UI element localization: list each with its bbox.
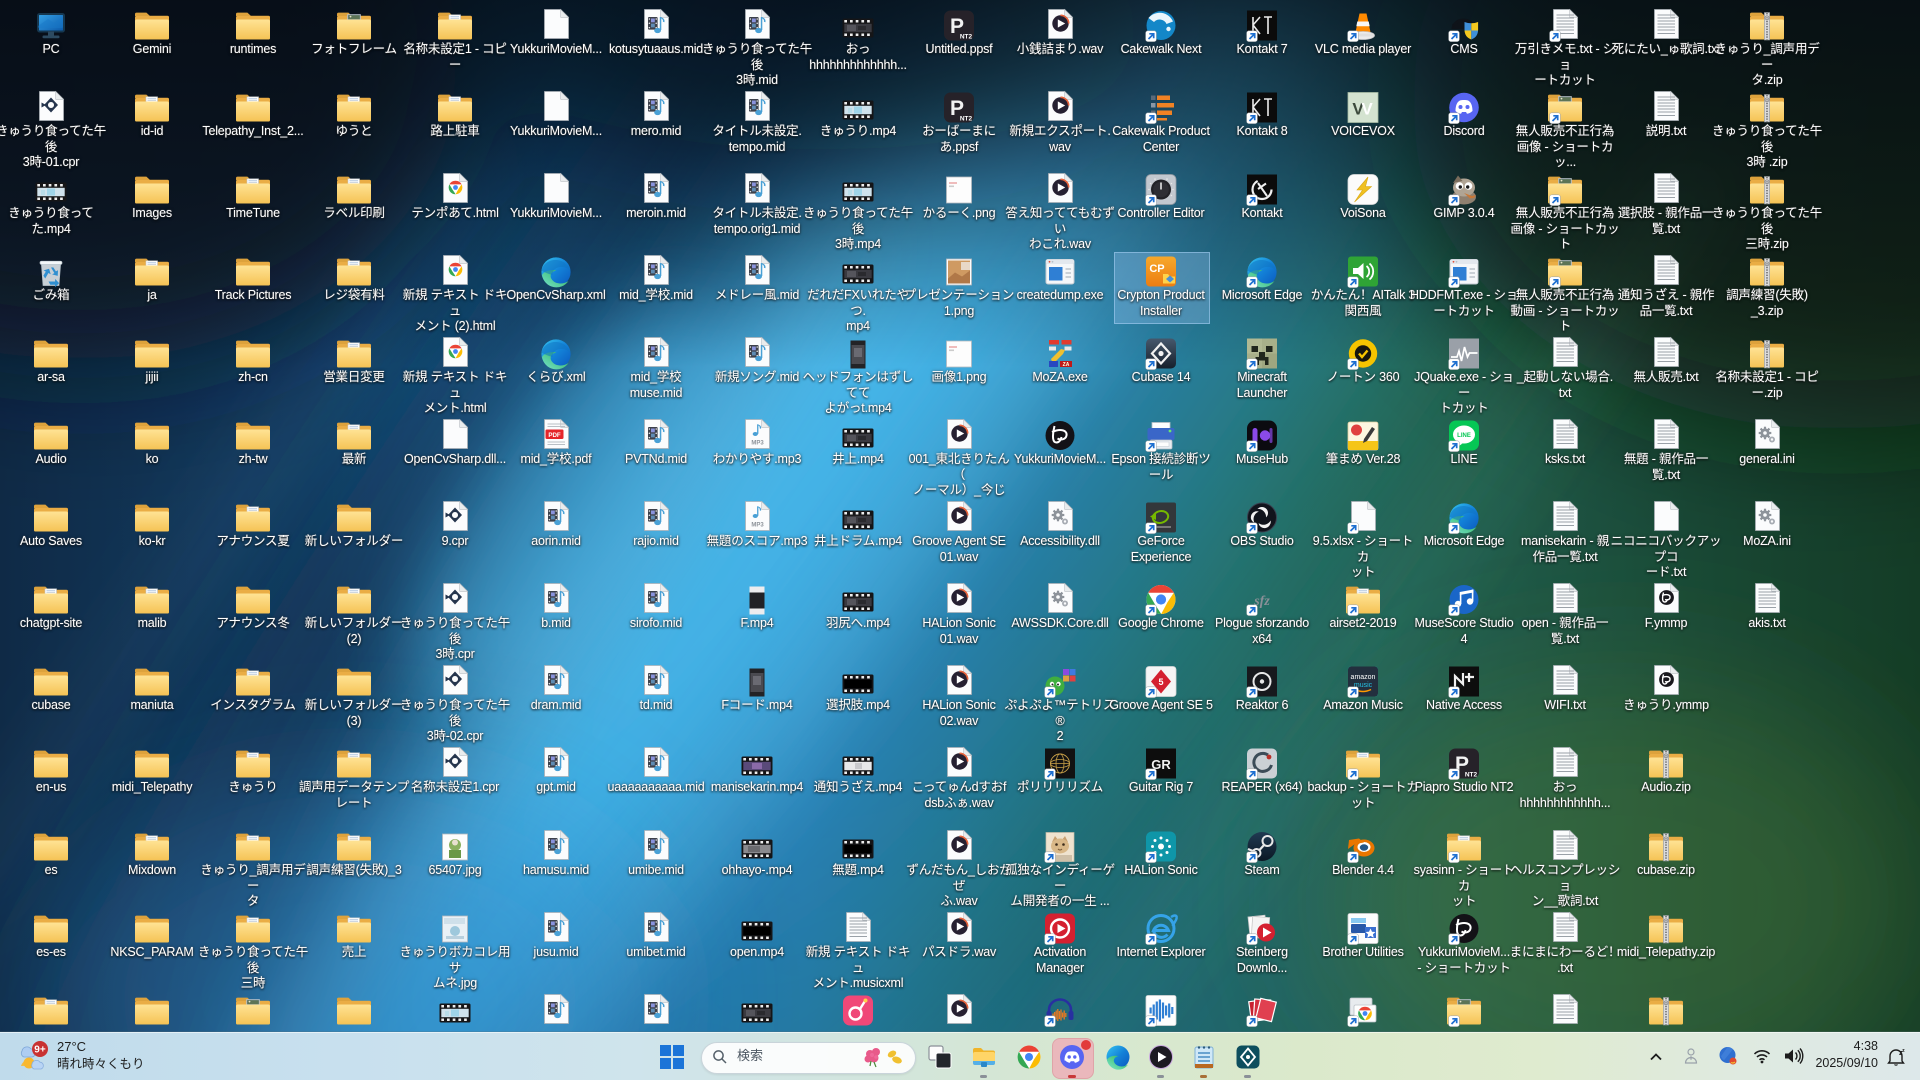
svg-text:9+: 9+ <box>34 1045 46 1056</box>
svg-text:z: z <box>1902 1048 1905 1054</box>
